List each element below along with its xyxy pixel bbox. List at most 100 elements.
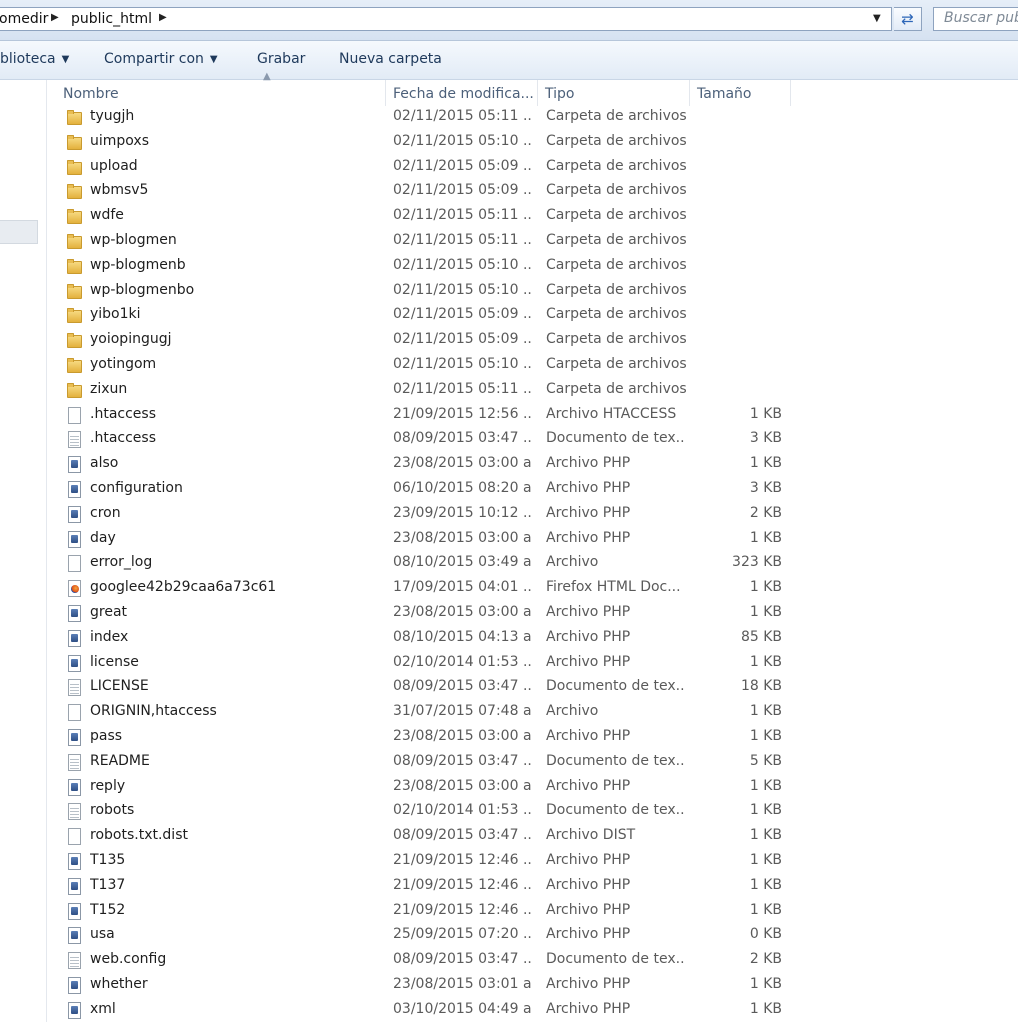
file-type: Archivo PHP — [546, 852, 631, 868]
address-field[interactable]: omedir ▶ public_html ▶ ▼ — [0, 7, 892, 31]
file-row[interactable]: wdfe 02/11/2015 05:11 ... Carpeta de archi… — [46, 205, 1018, 229]
navigation-pane[interactable] — [0, 80, 47, 1022]
file-row[interactable]: robots.txt.dist 08/09/2015 03:47 ... Archi… — [46, 825, 1018, 849]
file-row[interactable]: .htaccess 08/09/2015 03:47 ... Documento d… — [46, 428, 1018, 452]
file-size: 1 KB — [749, 827, 782, 844]
folder-icon — [66, 382, 82, 399]
file-size: 18 KB — [740, 678, 782, 695]
search-input[interactable]: Buscar public_html — [933, 7, 1018, 31]
file-row[interactable]: great 23/08/2015 03:00 a... Archivo PHP 1 K… — [46, 602, 1018, 626]
file-name: index — [90, 628, 129, 645]
file-row[interactable]: cron 23/09/2015 10:12 ... Archivo PHP 2 KB — [46, 503, 1018, 527]
file-date-modified: 02/11/2015 05:11 ... — [393, 380, 533, 397]
file-size: 2 KB — [749, 951, 782, 968]
file-row[interactable]: license 02/10/2014 01:53 ... Archivo PHP 1 … — [46, 652, 1018, 676]
file-name: cron — [90, 504, 121, 521]
address-dropdown-icon[interactable]: ▼ — [873, 13, 881, 24]
php-file-icon — [66, 902, 82, 920]
file-row[interactable]: yotingom 02/11/2015 05:10 ... Carpeta de a… — [46, 354, 1018, 378]
file-row[interactable]: wp-blogmenb 02/11/2015 05:10 ... Carpeta d… — [46, 255, 1018, 279]
breadcrumb-homedir[interactable]: omedir — [0, 11, 48, 27]
nav-selected-item[interactable] — [0, 220, 38, 244]
file-type: Carpeta de archivos — [546, 281, 686, 298]
file-row[interactable]: googlee42b29caa6a73c61 17/09/2015 04:01 .… — [46, 577, 1018, 601]
file-type: Archivo — [546, 554, 599, 571]
file-row[interactable]: wp-blogmenbo 02/11/2015 05:10 ... Carpeta … — [46, 280, 1018, 304]
firefox-html-icon — [66, 580, 82, 598]
file-row[interactable]: whether 23/08/2015 03:01 a... Archivo PHP 1… — [46, 974, 1018, 998]
file-date-modified: 02/11/2015 05:10 ... — [393, 256, 533, 273]
file-type: Archivo — [546, 703, 599, 720]
new-folder-button[interactable]: Nueva carpeta — [339, 51, 442, 67]
file-row[interactable]: wp-blogmen 02/11/2015 05:11 ... Carpeta de… — [46, 230, 1018, 254]
file-row[interactable]: web.config 08/09/2015 03:47 ... Documento … — [46, 949, 1018, 973]
file-row[interactable]: xml 03/10/2015 04:49 a... Archivo PHP 1 KB — [46, 999, 1018, 1023]
column-header-date[interactable]: Fecha de modifica... — [386, 80, 538, 106]
file-date-modified: 17/09/2015 04:01 ... — [393, 579, 533, 596]
file-name: robots.txt.dist — [90, 827, 188, 844]
file-row[interactable]: yibo1ki 02/11/2015 05:09 ... Carpeta de ar… — [46, 304, 1018, 328]
file-row[interactable]: pass 23/08/2015 03:00 a... Archivo PHP 1 KB — [46, 726, 1018, 750]
burn-button[interactable]: Grabar — [257, 51, 305, 67]
php-file-icon — [66, 853, 82, 870]
file-list[interactable]: tyugjh 02/11/2015 05:11 ... Carpeta de arc… — [46, 106, 1018, 1022]
file-date-modified: 02/11/2015 05:11 ... — [393, 232, 533, 248]
breadcrumb-separator-icon[interactable]: ▶ — [159, 12, 167, 23]
file-date-modified: 02/11/2015 05:11 ... — [393, 108, 533, 124]
column-header-size[interactable]: Tamaño — [690, 80, 791, 106]
share-with-button[interactable]: Compartir con ▼ — [104, 51, 218, 67]
file-type: Archivo PHP — [546, 653, 631, 670]
file-type: Carpeta de archivos — [546, 306, 686, 323]
file-row[interactable]: error_log 08/10/2015 03:49 a... Archivo 323… — [46, 552, 1018, 576]
file-row[interactable]: zixun 02/11/2015 05:11 ... Carpeta de arch… — [46, 379, 1018, 403]
file-type: Documento de tex... — [546, 430, 686, 447]
file-date-modified: 06/10/2015 08:20 a... — [393, 480, 533, 496]
file-row[interactable]: .htaccess 21/09/2015 12:56 ... Archivo HTA… — [46, 404, 1018, 428]
file-row[interactable]: ORIGNIN,htaccess 31/07/2015 07:48 a... Arc… — [46, 701, 1018, 725]
php-file-icon — [66, 530, 82, 548]
file-row[interactable]: T152 21/09/2015 12:46 ... Archivo PHP 1 KB — [46, 900, 1018, 924]
file-row[interactable]: tyugjh 02/11/2015 05:11 ... Carpeta de arc… — [46, 106, 1018, 130]
file-size: 0 KB — [749, 926, 782, 943]
file-row[interactable]: uimpoxs 02/11/2015 05:10 ... Carpeta de ar… — [46, 131, 1018, 155]
file-size: 1 KB — [749, 529, 782, 546]
file-date-modified: 23/08/2015 03:00 a... — [393, 604, 533, 620]
file-row[interactable]: README 08/09/2015 03:47 ... Documento de t… — [46, 751, 1018, 775]
library-menu-button[interactable]: blioteca ▼ — [0, 51, 69, 67]
file-date-modified: 03/10/2015 04:49 a... — [393, 1000, 533, 1017]
file-date-modified: 08/09/2015 03:47 ... — [393, 430, 533, 447]
file-row[interactable]: upload 02/11/2015 05:09 ... Carpeta de arc… — [46, 156, 1018, 180]
column-header-type[interactable]: Tipo — [538, 80, 690, 106]
file-row[interactable]: configuration 06/10/2015 08:20 a... Archiv… — [46, 478, 1018, 502]
file-type: Archivo PHP — [546, 976, 631, 992]
file-row[interactable]: day 23/08/2015 03:00 a... Archivo PHP 1 KB — [46, 528, 1018, 552]
file-icon — [66, 406, 82, 424]
refresh-button[interactable]: ⇄ — [894, 7, 922, 31]
column-header-name[interactable]: Nombre — [56, 80, 386, 106]
php-file-icon — [66, 977, 82, 994]
file-name: uimpoxs — [90, 132, 150, 149]
file-row[interactable]: wbmsv5 02/11/2015 05:09 ... Carpeta de arc… — [46, 180, 1018, 204]
file-row[interactable]: T137 21/09/2015 12:46 ... Archivo PHP 1 KB — [46, 875, 1018, 899]
file-name: usa — [90, 926, 115, 943]
file-row[interactable]: reply 23/08/2015 03:00 a... Archivo PHP 1 K… — [46, 776, 1018, 800]
file-type: Carpeta de archivos — [546, 108, 686, 124]
file-row[interactable]: robots 02/10/2014 01:53 ... Documento de t… — [46, 800, 1018, 824]
file-type: Archivo PHP — [546, 728, 631, 744]
command-bar: blioteca ▼ Compartir con ▼ Grabar Nueva ca… — [0, 41, 1018, 80]
file-size: 1 KB — [749, 852, 782, 868]
breadcrumb-separator-icon[interactable]: ▶ — [51, 12, 59, 23]
file-row[interactable]: LICENSE 08/09/2015 03:47 ... Documento de … — [46, 676, 1018, 700]
file-name: T135 — [90, 852, 126, 868]
file-name: yoiopingugj — [90, 331, 172, 348]
file-row[interactable]: T135 21/09/2015 12:46 ... Archivo PHP 1 KB — [46, 850, 1018, 874]
file-row[interactable]: usa 25/09/2015 07:20 ... Archivo PHP 0 KB — [46, 924, 1018, 948]
file-row[interactable]: index 08/10/2015 04:13 a... Archivo PHP 85 … — [46, 627, 1018, 651]
folder-icon — [66, 208, 82, 225]
file-row[interactable]: also 23/08/2015 03:00 a... Archivo PHP 1 KB — [46, 453, 1018, 477]
file-date-modified: 02/10/2014 01:53 ... — [393, 802, 533, 819]
breadcrumb-public-html[interactable]: public_html — [71, 11, 152, 27]
file-name: reply — [90, 777, 126, 794]
file-row[interactable]: yoiopingugj 02/11/2015 05:09 ... Carpeta d… — [46, 329, 1018, 353]
file-date-modified: 21/09/2015 12:46 ... — [393, 876, 533, 893]
